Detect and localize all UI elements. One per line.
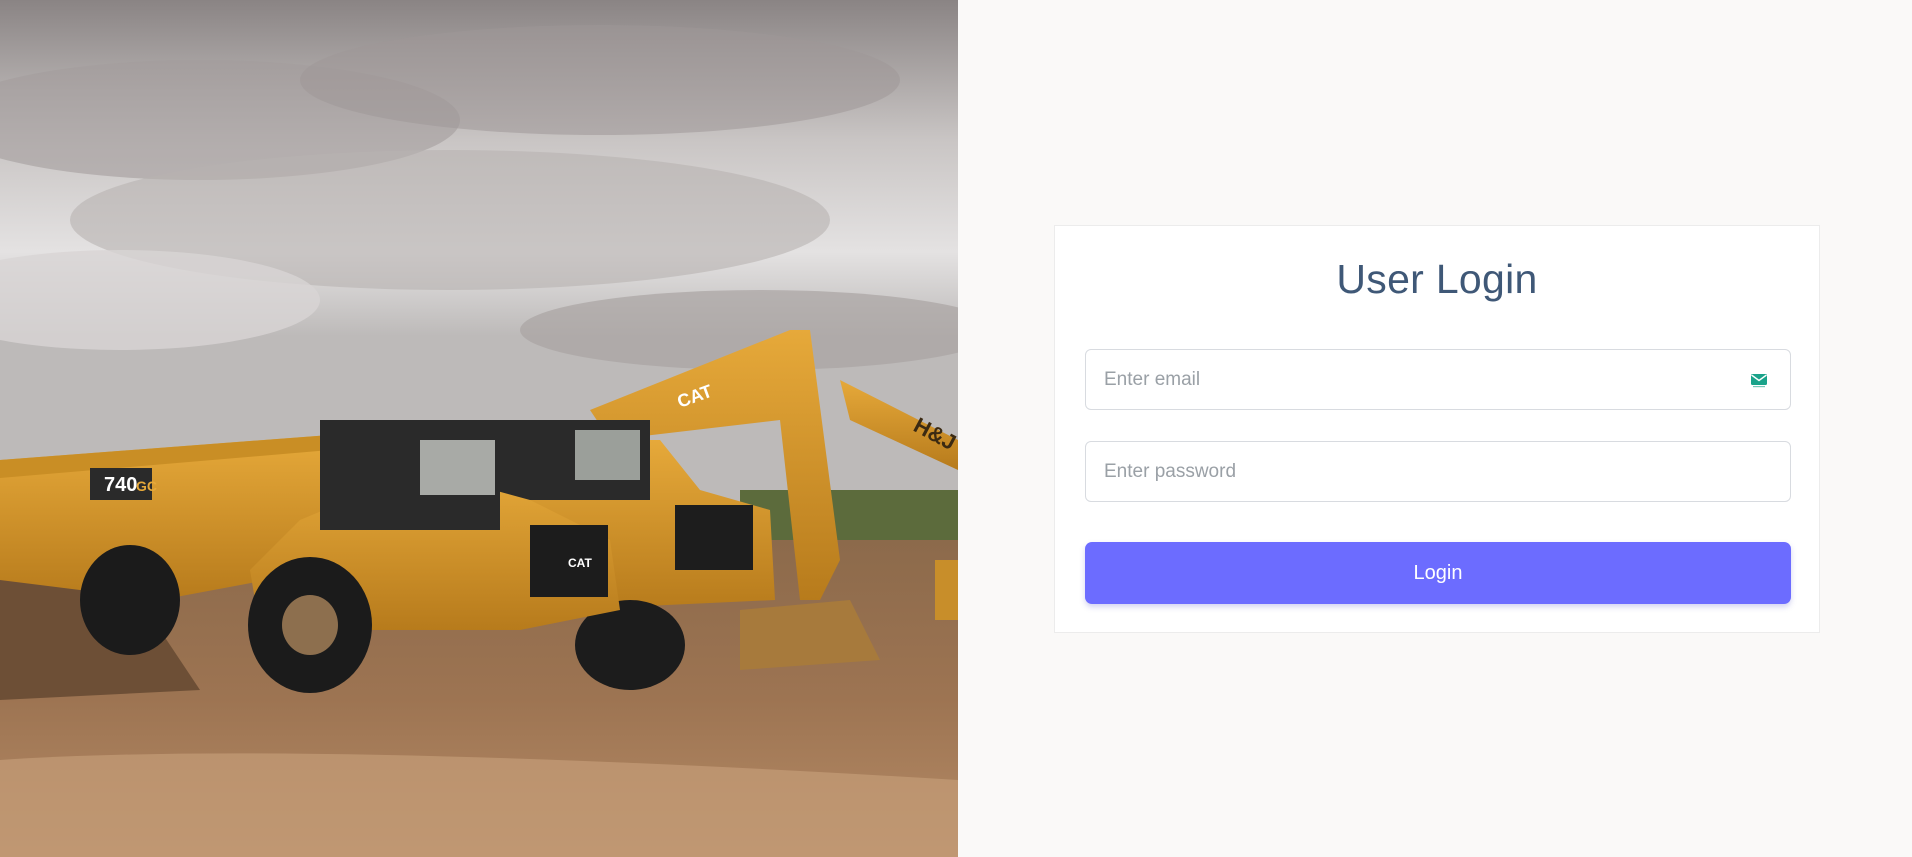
hero-image: 740 GC CAT CAT H&J	[0, 0, 958, 857]
envelope-icon	[1751, 374, 1767, 388]
email-field-container	[1085, 349, 1791, 410]
login-card: User Login Login	[1054, 225, 1820, 633]
email-input[interactable]	[1086, 350, 1790, 409]
password-input[interactable]	[1086, 442, 1790, 501]
password-field-container	[1085, 441, 1791, 502]
login-button[interactable]: Login	[1085, 542, 1791, 604]
construction-site-illustration: 740 GC CAT CAT H&J	[0, 0, 958, 857]
truck-brand-label: CAT	[568, 556, 592, 570]
login-panel: User Login Login	[958, 0, 1912, 857]
login-title: User Login	[1336, 256, 1538, 302]
login-page: 740 GC CAT CAT H&J User Login Login	[0, 0, 1912, 857]
truck-number-label: 740	[104, 474, 137, 496]
truck-number-suffix: GC	[136, 478, 157, 494]
